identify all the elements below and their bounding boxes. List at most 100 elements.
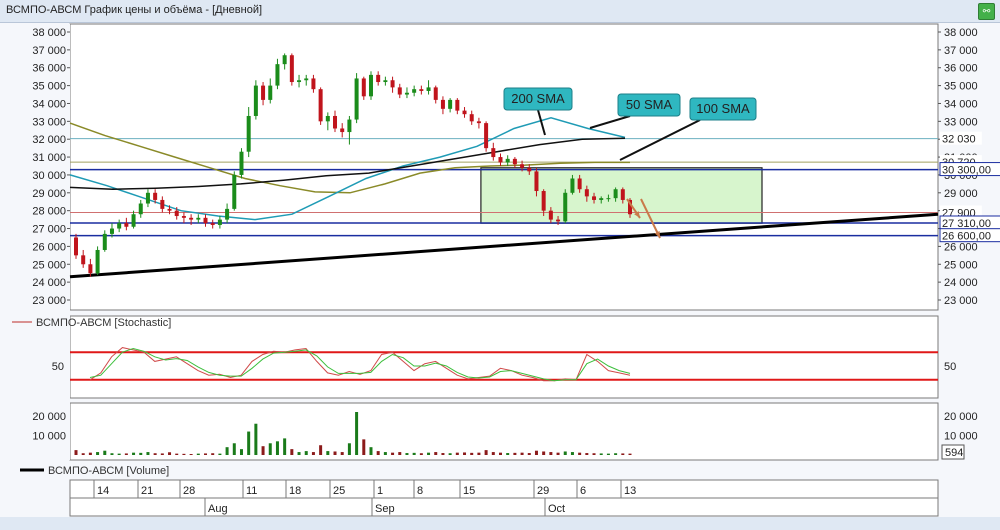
volume-bar — [139, 452, 143, 455]
volume-bar — [175, 453, 179, 455]
candle-body — [512, 158, 517, 165]
volume-bar — [463, 452, 467, 455]
candle-body — [318, 89, 323, 122]
volume-bar — [326, 451, 330, 455]
x-day-label: 14 — [97, 485, 109, 497]
x-day-label: 1 — [377, 485, 383, 497]
volume-bar — [204, 453, 208, 455]
volume-bar — [160, 453, 164, 455]
volume-bar — [585, 453, 589, 455]
candle-body — [541, 191, 546, 211]
volume-tick-right: 10 000 — [944, 430, 978, 442]
candle-body — [81, 255, 86, 265]
candle-body — [548, 210, 553, 220]
y-tick-label-left: 37 000 — [32, 45, 66, 57]
y-tick-label-left: 31 000 — [32, 152, 66, 164]
volume-bar — [448, 453, 452, 455]
volume-bar — [398, 452, 402, 455]
volume-bar — [578, 452, 582, 455]
candle-body — [124, 223, 129, 227]
volume-bar — [455, 452, 459, 455]
volume-bar — [506, 453, 510, 455]
candle-body — [505, 158, 510, 163]
candle-body — [333, 115, 338, 129]
candle-body — [246, 115, 251, 152]
candle-body — [95, 249, 100, 274]
candle-body — [217, 219, 222, 225]
volume-bar — [124, 453, 128, 455]
candle-body — [167, 208, 172, 211]
y-tick-label-right: 34 000 — [944, 98, 978, 110]
level-label: 26 600,00 — [942, 231, 991, 243]
candle-body — [599, 198, 604, 200]
volume-bar — [168, 452, 172, 455]
volume-bar — [283, 438, 287, 455]
candle-body — [440, 99, 445, 109]
volume-bar — [376, 451, 380, 455]
volume-panel — [69, 402, 939, 461]
stochastic-tick-left: 50 — [52, 361, 64, 373]
volume-bar — [556, 452, 560, 455]
volume-bar — [419, 453, 423, 455]
callout-label: 100 SMA — [696, 101, 750, 116]
volume-bar — [268, 443, 272, 455]
volume-bar — [347, 443, 351, 455]
volume-bar — [434, 452, 438, 455]
y-tick-label-left: 32 000 — [32, 134, 66, 146]
candle-body — [138, 203, 143, 215]
x-day-label: 21 — [141, 485, 153, 497]
volume-bar — [146, 452, 150, 455]
y-tick-label-left: 29 000 — [32, 188, 66, 200]
stochastic-tick-right: 50 — [944, 361, 956, 373]
callout-label: 200 SMA — [511, 91, 565, 106]
y-tick-label-left: 23 000 — [32, 295, 66, 307]
x-day-label: 25 — [333, 485, 345, 497]
candle-body — [390, 80, 395, 88]
volume-bar — [405, 453, 409, 455]
volume-bar — [391, 452, 395, 455]
candle-body — [376, 74, 381, 83]
candle-body — [383, 80, 388, 83]
y-tick-label-left: 38 000 — [32, 27, 66, 39]
volume-bar — [592, 453, 596, 455]
y-tick-label-left: 35 000 — [32, 81, 66, 93]
volume-tick-left: 20 000 — [32, 411, 66, 423]
candle-body — [174, 210, 179, 217]
candle-body — [297, 80, 302, 83]
volume-bar — [621, 453, 625, 455]
candle-body — [491, 148, 496, 158]
candle-body — [534, 171, 539, 192]
y-tick-label-left: 28 000 — [32, 206, 66, 218]
candle-body — [340, 128, 345, 133]
y-tick-label-left: 24 000 — [32, 277, 66, 289]
volume-bar — [355, 412, 359, 455]
volume-bar — [477, 452, 481, 455]
candle-body — [210, 223, 215, 225]
volume-bar — [542, 451, 546, 455]
candle-body — [620, 189, 625, 200]
volume-bar — [239, 449, 243, 455]
candle-body — [433, 87, 438, 100]
level-label: 30 300,00 — [942, 165, 991, 177]
volume-bar — [304, 451, 308, 455]
volume-bar — [81, 453, 85, 455]
volume-bar — [297, 452, 301, 455]
candle-body — [253, 85, 258, 116]
y-tick-label-left: 30 000 — [32, 170, 66, 182]
volume-bar — [196, 453, 200, 455]
candle-body — [498, 157, 503, 163]
callout-label: 50 SMA — [626, 97, 673, 112]
candle-body — [88, 264, 93, 274]
volume-tick-left: 10 000 — [32, 430, 66, 442]
candle-body — [109, 228, 114, 234]
volume-bar — [189, 454, 193, 455]
y-tick-label-left: 27 000 — [32, 224, 66, 236]
x-day-label: 29 — [537, 485, 549, 497]
volume-bar — [88, 452, 92, 455]
candle-body — [419, 89, 424, 91]
x-day-label: 11 — [246, 485, 257, 497]
candle-body — [145, 192, 150, 204]
candle-body — [282, 55, 287, 65]
volume-last-value: 594 — [945, 447, 963, 459]
candle-body — [527, 167, 532, 172]
